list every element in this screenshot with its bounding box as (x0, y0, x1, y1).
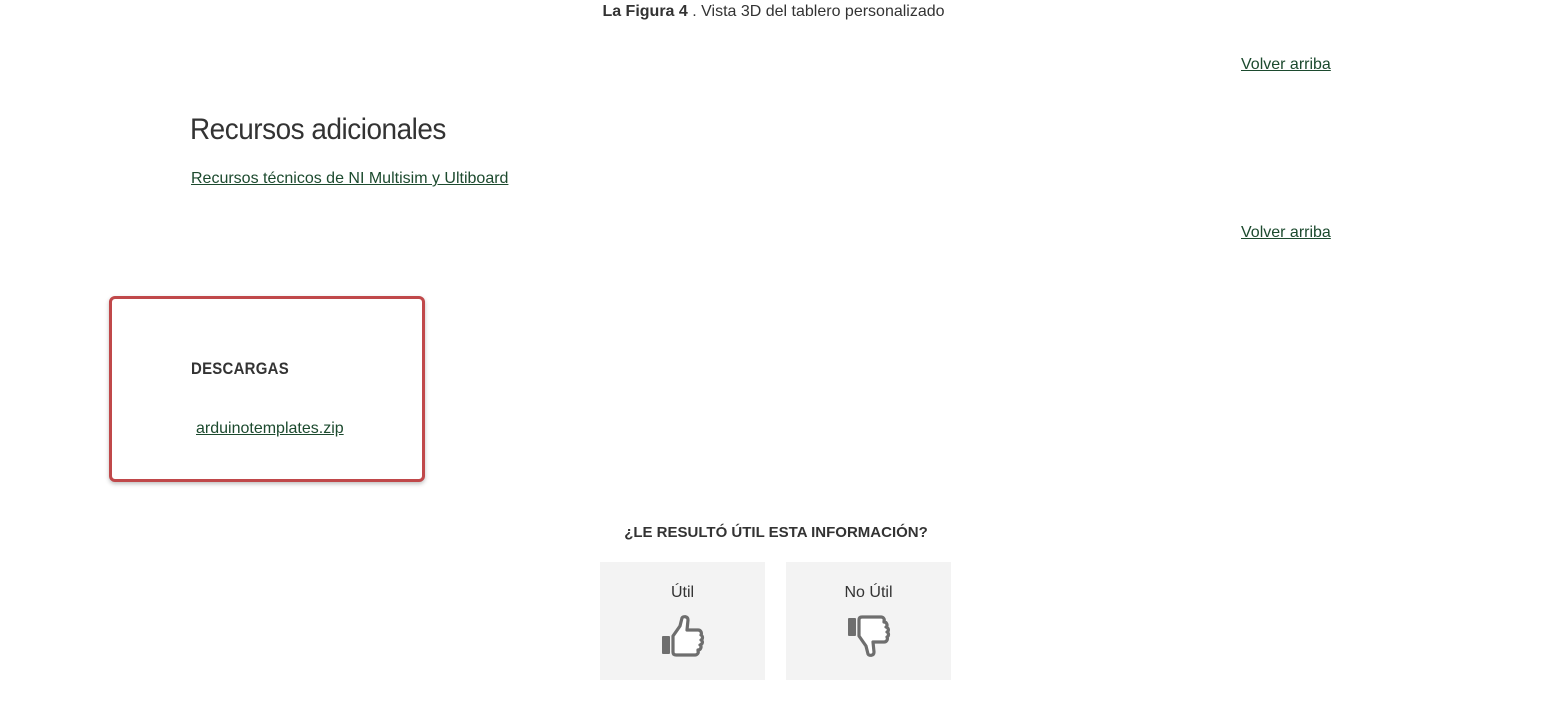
section-title-additional-resources: Recursos adicionales (190, 113, 446, 146)
not-useful-button[interactable]: No Útil (786, 562, 951, 680)
useful-label: Útil (670, 584, 695, 601)
thumbs-down-icon (848, 615, 891, 657)
feedback-question: ¿LE RESULTÓ ÚTIL ESTA INFORMACIÓN? (624, 524, 928, 541)
thumbs-up-icon (662, 615, 705, 657)
figure-caption: La Figura 4 . Vista 3D del tablero perso… (0, 3, 1547, 21)
not-useful-label: No Útil (844, 584, 893, 601)
figure-caption-label: La Figura 4 (602, 3, 688, 20)
back-to-top-link[interactable]: Volver arriba (1241, 56, 1331, 74)
useful-button[interactable]: Útil (600, 562, 765, 680)
technical-resources-link[interactable]: Recursos técnicos de NI Multisim y Ultib… (191, 170, 508, 188)
figure-caption-text: . Vista 3D del tablero personalizado (687, 3, 945, 20)
downloads-heading: DESCARGAS (191, 359, 289, 378)
downloads-box: DESCARGAS arduinotemplates.zip (109, 296, 425, 482)
back-to-top-link[interactable]: Volver arriba (1241, 224, 1331, 242)
download-file-link[interactable]: arduinotemplates.zip (196, 420, 344, 438)
